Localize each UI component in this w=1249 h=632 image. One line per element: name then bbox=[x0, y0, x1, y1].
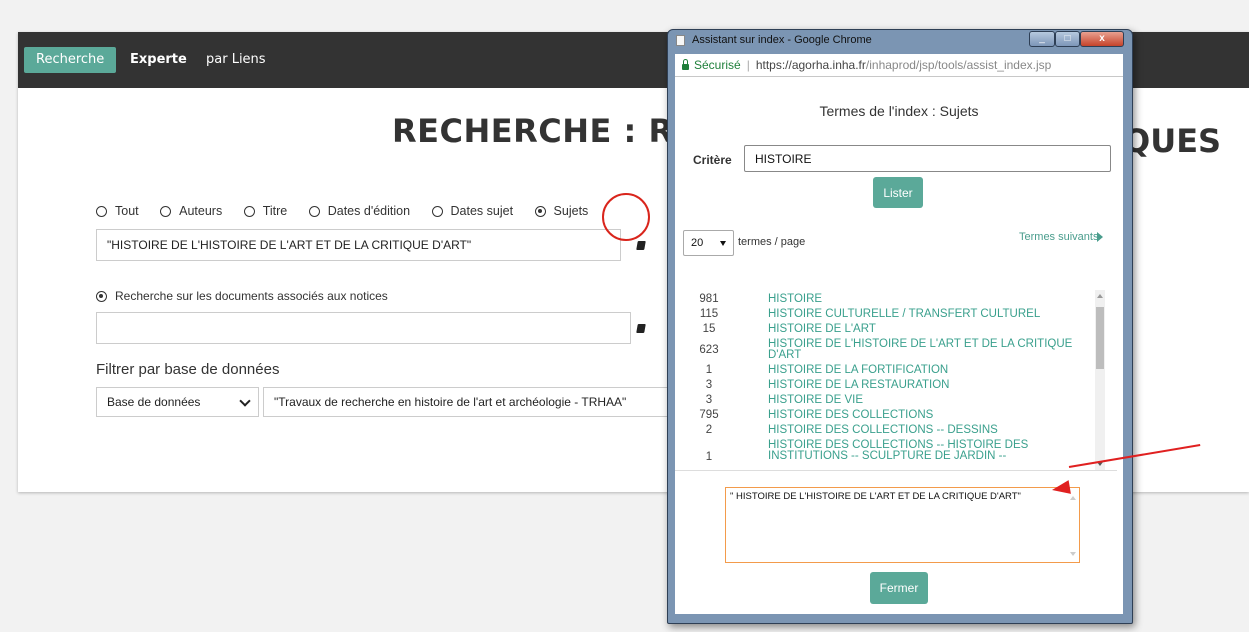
radio-label: Tout bbox=[115, 204, 139, 218]
radio-label: Titre bbox=[262, 204, 288, 218]
tab-par-liens[interactable]: par Liens bbox=[206, 47, 266, 73]
term-count: 15 bbox=[702, 323, 716, 335]
term-label[interactable]: HISTOIRE DE L'HISTOIRE DE L'ART ET DE LA… bbox=[768, 338, 1088, 361]
page-title-fragment: QUES bbox=[1123, 122, 1222, 160]
close-button[interactable]: Fermer bbox=[870, 572, 928, 604]
term-label[interactable]: HISTOIRE DE VIE bbox=[768, 394, 1088, 406]
radio-circle-selected bbox=[534, 205, 546, 217]
list-button[interactable]: Lister bbox=[873, 177, 923, 208]
selection-text: " HISTOIRE DE L'HISTOIRE DE L'ART ET DE … bbox=[730, 491, 1021, 502]
term-count: 1 bbox=[705, 364, 713, 376]
tab-recherche[interactable]: Recherche bbox=[24, 47, 117, 73]
index-book-icon[interactable] bbox=[636, 241, 646, 250]
textarea-scroll-up-icon[interactable] bbox=[1070, 496, 1076, 500]
radio-circle bbox=[243, 205, 255, 217]
selection-textarea[interactable]: " HISTOIRE DE L'HISTOIRE DE L'ART ET DE … bbox=[725, 487, 1080, 563]
criteria-label: Critère bbox=[693, 153, 732, 167]
annotation-circle bbox=[602, 193, 650, 241]
popup-title: Termes de l'index : Sujets bbox=[819, 103, 979, 119]
url-host: https://agorha.inha.fr bbox=[755, 58, 866, 72]
tab-experte[interactable]: Experte bbox=[130, 47, 187, 73]
term-count: 981 bbox=[699, 293, 719, 305]
term-count: 3 bbox=[705, 379, 713, 391]
minimize-button[interactable]: _ bbox=[1029, 31, 1055, 47]
maximize-button[interactable]: □ bbox=[1055, 31, 1080, 47]
term-count: 795 bbox=[699, 409, 719, 421]
term-label[interactable]: HISTOIRE DE LA FORTIFICATION bbox=[768, 364, 1088, 376]
subject-search-input[interactable]: "HISTOIRE DE L'HISTOIRE DE L'ART ET DE L… bbox=[96, 229, 621, 261]
address-separator: | bbox=[746, 58, 750, 72]
address-bar[interactable]: Sécurisé | https://agorha.inha.fr /inhap… bbox=[675, 54, 1123, 77]
radio-label: Sujets bbox=[553, 204, 589, 218]
search-scope-radios: Tout Auteurs Titre Dates d'édition Dates… bbox=[96, 204, 606, 222]
database-input[interactable]: "Travaux de recherche en histoire de l'a… bbox=[263, 387, 683, 417]
popup-window: Assistant sur index - Google Chrome _ □ … bbox=[667, 29, 1133, 624]
term-count: 2 bbox=[705, 424, 713, 436]
scroll-thumb[interactable] bbox=[1096, 307, 1104, 369]
term-count: 3 bbox=[705, 394, 713, 406]
per-page-label: termes / page bbox=[738, 236, 806, 248]
caret-down-icon bbox=[720, 241, 726, 246]
popup-content: Termes de l'index : Sujets Critère HISTO… bbox=[675, 77, 1123, 614]
radio-titre[interactable]: Titre bbox=[243, 204, 288, 218]
documents-radio-label: Recherche sur les documents associés aux… bbox=[115, 289, 388, 303]
secure-label: Sécurisé bbox=[694, 58, 741, 72]
radio-dates-edition[interactable]: Dates d'édition bbox=[308, 204, 411, 218]
term-label[interactable]: HISTOIRE DE LA RESTAURATION bbox=[768, 379, 1088, 391]
lock-icon bbox=[682, 59, 689, 70]
radio-sujets[interactable]: Sujets bbox=[534, 204, 589, 218]
term-label[interactable]: HISTOIRE DE L'ART bbox=[768, 323, 1088, 335]
database-type-select[interactable]: Base de données bbox=[96, 387, 259, 417]
radio-auteurs[interactable]: Auteurs bbox=[160, 204, 222, 218]
url-path: /inhaprod/jsp/tools/assist_index.jsp bbox=[865, 58, 1052, 72]
term-label[interactable]: HISTOIRE DES COLLECTIONS bbox=[768, 409, 1088, 421]
terms-list: 981 HISTOIRE 115 HISTOIRE CULTURELLE / TRA… bbox=[675, 290, 1117, 470]
term-label[interactable]: HISTOIRE bbox=[768, 293, 1088, 305]
radio-circle bbox=[308, 205, 320, 217]
radio-label: Dates d'édition bbox=[327, 204, 411, 218]
criteria-input[interactable]: HISTOIRE bbox=[744, 145, 1111, 172]
radio-label: Auteurs bbox=[179, 204, 223, 218]
triangle-right-icon[interactable] bbox=[1097, 232, 1103, 242]
radio-label: Dates sujet bbox=[450, 204, 514, 218]
textarea-scroll-down-icon[interactable] bbox=[1070, 552, 1076, 556]
radio-circle bbox=[96, 205, 107, 217]
scroll-up-icon[interactable] bbox=[1097, 294, 1103, 298]
radio-circle bbox=[431, 205, 443, 217]
per-page-select[interactable]: 20 bbox=[683, 230, 734, 256]
divider bbox=[675, 470, 1117, 471]
radio-circle-selected bbox=[96, 290, 107, 302]
documents-radio[interactable]: Recherche sur les documents associés aux… bbox=[96, 289, 388, 303]
term-count: 115 bbox=[699, 308, 719, 320]
per-page-value: 20 bbox=[691, 237, 704, 249]
select-value: Base de données bbox=[107, 395, 201, 409]
window-title: Assistant sur index - Google Chrome bbox=[692, 34, 872, 46]
documents-search-input[interactable] bbox=[96, 312, 631, 344]
page-document-icon bbox=[676, 35, 685, 46]
radio-dates-sujet[interactable]: Dates sujet bbox=[431, 204, 514, 218]
terms-scrollbar[interactable] bbox=[1095, 290, 1105, 470]
next-terms-link[interactable]: Termes suivants bbox=[1019, 231, 1098, 243]
filter-title: Filtrer par base de données bbox=[96, 361, 280, 378]
annotation-arrow-head bbox=[1050, 480, 1071, 497]
radio-circle bbox=[160, 205, 172, 217]
page-title: RECHERCHE : RÉ bbox=[392, 112, 696, 150]
chevron-down-icon bbox=[239, 395, 251, 407]
term-label[interactable]: HISTOIRE CULTURELLE / TRANSFERT CULTUREL bbox=[768, 308, 1088, 320]
term-label[interactable]: HISTOIRE DES COLLECTIONS -- DESSINS bbox=[768, 424, 1088, 436]
term-count: 623 bbox=[699, 344, 719, 356]
documents-book-icon[interactable] bbox=[636, 324, 646, 333]
term-label[interactable]: HISTOIRE DES COLLECTIONS -- HISTOIRE DES… bbox=[768, 439, 1088, 462]
term-count: 1 bbox=[705, 451, 713, 463]
radio-tout[interactable]: Tout bbox=[96, 204, 139, 218]
close-window-button[interactable]: x bbox=[1080, 31, 1124, 47]
